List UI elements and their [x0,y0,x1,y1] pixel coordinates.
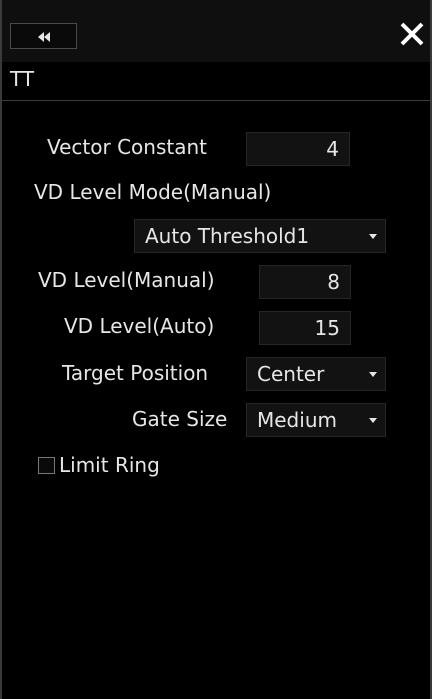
close-button[interactable] [396,20,428,52]
collapse-button[interactable] [10,23,77,49]
tt-panel: TT Vector Constant 4 VD Level Mode(Manua… [0,0,432,699]
vector-constant-label: Vector Constant [47,135,207,159]
divider [2,100,430,101]
chevron-down-icon [369,418,377,423]
target-position-value: Center [257,362,325,386]
target-position-label: Target Position [62,361,209,385]
vd-level-mode-value: Auto Threshold1 [145,224,310,248]
gate-size-label: Gate Size [132,407,228,431]
title-bar [2,0,430,62]
chevron-down-icon [369,234,377,239]
vd-level-mode-label: VD Level Mode(Manual) [34,180,272,204]
vd-level-manual-input[interactable]: 8 [259,265,351,299]
panel-title: TT [10,67,35,91]
vd-level-auto-label: VD Level(Auto) [64,314,215,338]
limit-ring-label: Limit Ring [59,453,160,477]
gate-size-select[interactable]: Medium [246,403,386,437]
gate-size-value: Medium [257,408,337,432]
chevron-down-icon [369,372,377,377]
double-left-chevron-icon [37,27,51,46]
vector-constant-input[interactable]: 4 [246,132,350,166]
limit-ring-checkbox[interactable] [38,457,55,474]
vd-level-manual-label: VD Level(Manual) [38,268,215,292]
vd-level-mode-select[interactable]: Auto Threshold1 [134,219,386,253]
vd-level-auto-input[interactable]: 15 [259,311,351,345]
close-icon [399,21,425,51]
target-position-select[interactable]: Center [246,357,386,391]
